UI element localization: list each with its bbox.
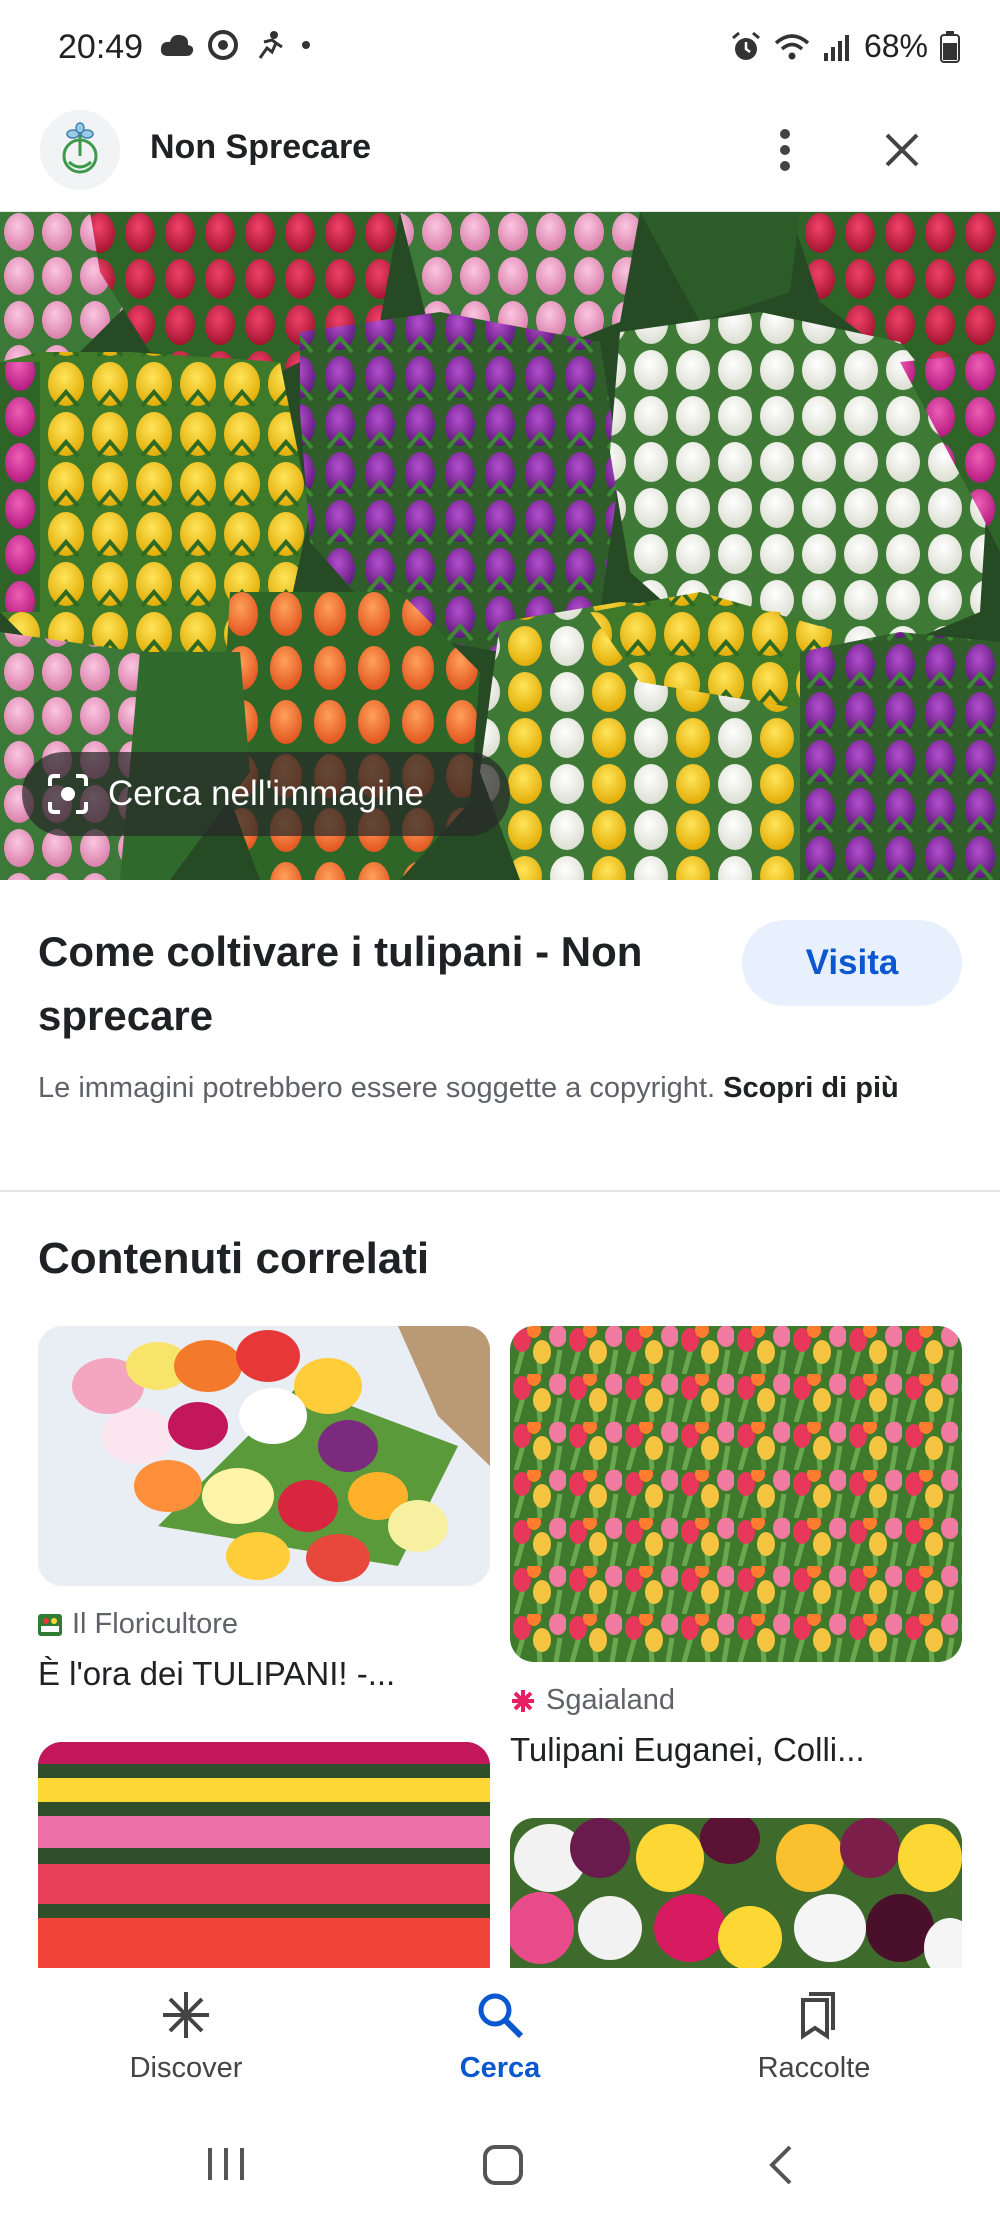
related-card-image[interactable] [510, 1818, 962, 1978]
copyright-notice: Le immagini potrebbero essere soggette a… [38, 1066, 958, 1110]
tulip-bouquet-image [38, 1326, 490, 1586]
search-in-image-button[interactable]: Cerca nell'immagine [22, 752, 510, 836]
nav-search-label: Cerca [459, 2052, 541, 2084]
battery-icon [940, 30, 960, 63]
site-logo[interactable] [40, 110, 120, 190]
search-icon [478, 1993, 524, 2039]
related-card-source-name: Il Floricultore [72, 1608, 238, 1640]
source-header: Non Sprecare [0, 100, 1000, 212]
related-card-caption[interactable]: Tulipani Euganei, Colli... [510, 1731, 962, 1769]
system-navigation [0, 2104, 1000, 2222]
runner-icon [258, 31, 283, 59]
hero-image[interactable]: Cerca nell'immagine [0, 212, 1000, 880]
floricultore-favicon [38, 1613, 62, 1636]
related-card-source-name: Sgaialand [546, 1684, 675, 1716]
lens-icon [48, 774, 88, 814]
related-card-source: Il Floricultore [38, 1608, 490, 1641]
nav-discover-label: Discover [129, 2052, 243, 2084]
cloud-icon [160, 34, 194, 56]
related-card[interactable] [38, 1742, 490, 1982]
asterisk-icon [163, 1992, 209, 2038]
back-icon[interactable] [766, 2144, 796, 2186]
related-heading: Contenuti correlati [38, 1234, 430, 1283]
close-icon [885, 133, 919, 167]
dot-icon [302, 41, 310, 49]
status-right: 68% [730, 28, 960, 65]
wifi-icon [774, 33, 810, 59]
nav-collections-label: Raccolte [757, 2052, 871, 2084]
visit-button[interactable]: Visita [742, 920, 962, 1006]
bookmarks-icon [801, 1992, 835, 2040]
nav-discover[interactable]: Discover [86, 1990, 286, 2085]
status-bar: 20:49 68% [0, 0, 1000, 100]
chrome-icon [208, 30, 238, 60]
search-in-image-label: Cerca nell'immagine [108, 774, 424, 813]
related-card-image[interactable] [38, 1742, 490, 1982]
mixed-tulips-image [510, 1818, 962, 1978]
more-options-button[interactable] [760, 120, 810, 180]
recents-icon[interactable] [206, 2146, 246, 2182]
tulip-rows-image [38, 1742, 490, 1982]
nav-collections[interactable]: Raccolte [714, 1990, 914, 2085]
related-card-image[interactable] [510, 1326, 962, 1662]
related-card[interactable]: Sgaialand Tulipani Euganei, Colli... [510, 1326, 962, 1769]
related-card-image[interactable] [38, 1326, 490, 1586]
status-time: 20:49 [58, 28, 144, 66]
learn-more-link[interactable]: Scopri di più [723, 1072, 899, 1104]
signal-icon [823, 34, 849, 61]
divider [0, 1190, 1000, 1192]
related-card[interactable] [510, 1818, 962, 1978]
close-button[interactable] [872, 120, 932, 180]
tulip-field-image [510, 1326, 962, 1662]
status-left-icons [160, 30, 312, 60]
related-card[interactable]: Il Floricultore È l'ora dei TULIPANI! -.… [38, 1326, 490, 1693]
plant-hand-logo [62, 122, 98, 174]
copyright-text: Le immagini potrebbero essere soggette a… [38, 1072, 716, 1104]
nav-search[interactable]: Cerca [400, 1990, 600, 2085]
battery-percent: 68% [863, 28, 928, 64]
sgaialand-favicon [512, 1689, 534, 1712]
related-card-source: Sgaialand [510, 1684, 962, 1717]
home-icon[interactable] [482, 2144, 524, 2186]
more-vert-icon [780, 129, 790, 171]
alarm-icon [731, 31, 760, 60]
bottom-navigation: Discover Cerca Raccolte [0, 1968, 1000, 2104]
site-name[interactable]: Non Sprecare [150, 128, 371, 167]
related-card-caption[interactable]: È l'ora dei TULIPANI! -... [38, 1655, 490, 1693]
result-title[interactable]: Come coltivare i tulipani - Non sprecare [38, 920, 718, 1048]
